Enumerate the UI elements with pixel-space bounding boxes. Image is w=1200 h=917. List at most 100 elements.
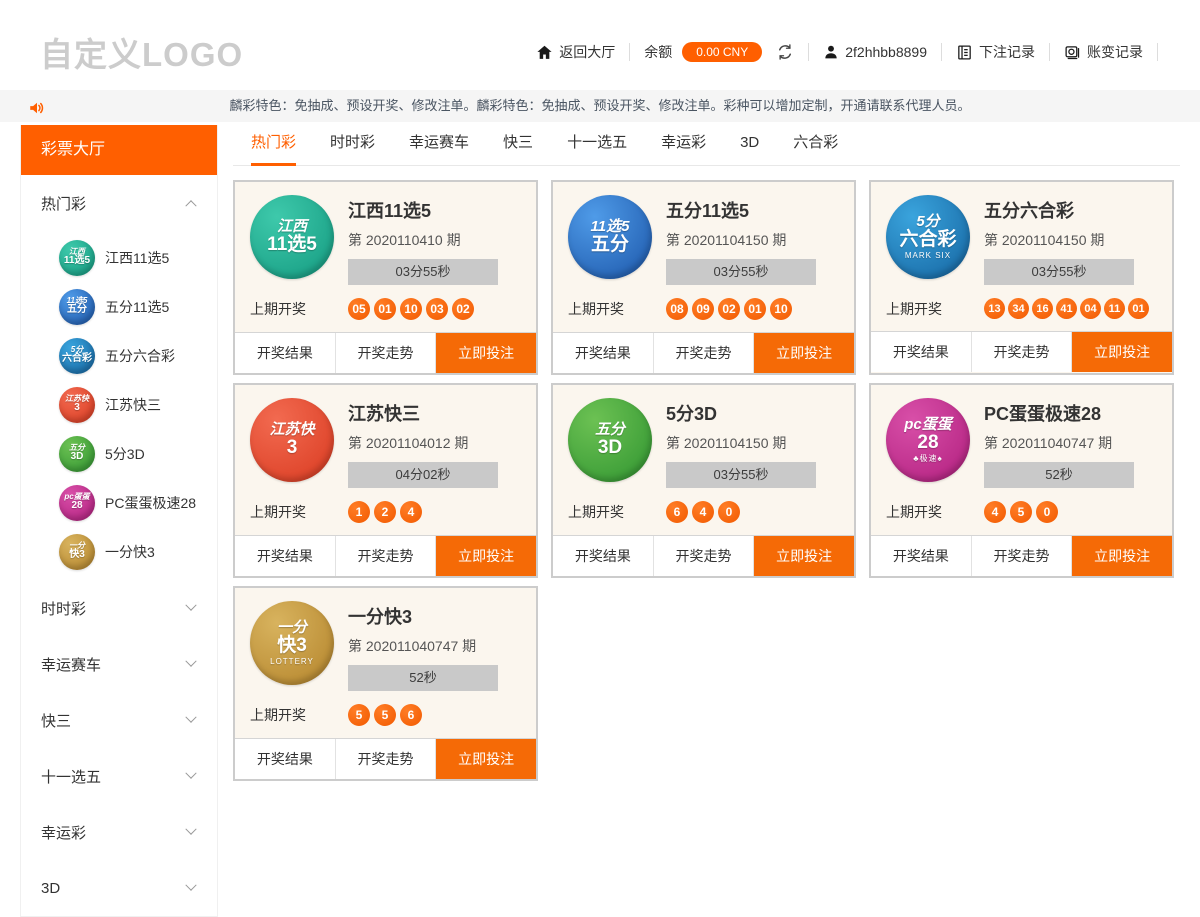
user-account[interactable]: 2f2hhbb8899 [823, 44, 927, 60]
divider [1049, 43, 1050, 61]
top-nav: 返回大厅 余额 0.00 CNY 2f2hhbb8899 [536, 42, 1172, 62]
category-tab[interactable]: 十一选五 [567, 122, 627, 166]
category-tab[interactable]: 时时彩 [330, 122, 375, 166]
back-to-hall-link[interactable]: 返回大厅 [536, 42, 615, 62]
draw-result-button[interactable]: 开奖结果 [235, 739, 335, 779]
sidebar-game-item[interactable]: 一分快3LOTTERY 一分快3 [21, 527, 217, 576]
game-card: 5分六合彩MARK SIX 五分六合彩 第 20201104150 期 03分5… [869, 180, 1174, 375]
category-tab[interactable]: 幸运彩 [661, 122, 706, 166]
account-records-link[interactable]: 账变记录 [1064, 42, 1143, 62]
sidebar-section[interactable]: 3D [21, 860, 217, 916]
username: 2f2hhbb8899 [845, 44, 927, 60]
sidebar: 彩票大厅 热门彩 江西11选5 江西11选5 11选5五分 五分11选5 5分六… [20, 125, 218, 917]
category-tab[interactable]: 六合彩 [793, 122, 838, 166]
draw-trend-button[interactable]: 开奖走势 [335, 739, 437, 779]
game-card-body: 11选5五分 五分11选5 第 20201104150 期 03分55秒 上期开… [553, 182, 854, 332]
divider [941, 43, 942, 61]
user-icon [823, 44, 839, 60]
sidebar-section[interactable]: 时时彩 [21, 580, 217, 636]
draw-trend-button[interactable]: 开奖走势 [335, 536, 437, 576]
draw-result-button[interactable]: 开奖结果 [871, 536, 971, 576]
category-tab[interactable]: 3D [740, 122, 759, 166]
game-icon-text: 快3 [69, 550, 85, 561]
result-balls: 13341641041101 [984, 298, 1149, 319]
result-balls: 0809020110 [666, 298, 792, 320]
bet-now-button[interactable]: 立即投注 [1072, 536, 1172, 576]
draw-result-button[interactable]: 开奖结果 [871, 332, 971, 372]
sidebar-game-item[interactable]: 江西11选5 江西11选5 [21, 233, 217, 282]
draw-result-button[interactable]: 开奖结果 [235, 333, 335, 373]
bet-now-button[interactable]: 立即投注 [436, 333, 536, 373]
sidebar-game-item[interactable]: 11选5五分 五分11选5 [21, 282, 217, 331]
sidebar-game-label: 江苏快三 [105, 395, 161, 415]
result-ball: 10 [770, 298, 792, 320]
draw-result-button[interactable]: 开奖结果 [553, 536, 653, 576]
game-title: 五分六合彩 [984, 197, 1157, 223]
result-ball: 11 [1104, 298, 1125, 319]
sidebar-section[interactable]: 幸运彩 [21, 804, 217, 860]
draw-trend-button[interactable]: 开奖走势 [653, 333, 755, 373]
countdown-timer: 03分55秒 [666, 462, 816, 488]
sidebar-section-label: 幸运赛车 [41, 654, 101, 675]
game-icon-text: 28 [917, 433, 938, 453]
notice-text: 麟彩特色：免抽成、预设开奖、修改注单。麟彩特色：免抽成、预设开奖、修改注单。彩种… [229, 98, 970, 113]
sidebar-game-label: 五分六合彩 [105, 346, 175, 366]
bet-now-button[interactable]: 立即投注 [1072, 332, 1172, 372]
game-icon: 五分3D [568, 398, 652, 482]
game-icon-text: 3 [74, 403, 80, 414]
bet-now-button[interactable]: 立即投注 [754, 536, 854, 576]
sidebar-section-label: 快三 [41, 710, 71, 731]
sidebar-section-hot[interactable]: 热门彩 [21, 175, 217, 231]
result-ball: 4 [400, 501, 422, 523]
draw-trend-button[interactable]: 开奖走势 [971, 332, 1073, 372]
result-ball: 4 [984, 501, 1006, 523]
game-card-body: 一分快3LOTTERY 一分快3 第 202011040747 期 52秒 上期… [235, 588, 536, 738]
site-logo: 自定义LOGO [40, 28, 243, 76]
category-tab[interactable]: 快三 [503, 122, 533, 166]
game-icon-text: 5分 [916, 214, 939, 230]
result-ball: 05 [348, 298, 370, 320]
category-tabs: 热门彩时时彩幸运赛车快三十一选五幸运彩 3D 六合彩 [233, 122, 1180, 166]
refresh-balance-icon[interactable] [776, 43, 794, 61]
bet-records-icon [956, 44, 973, 61]
sidebar-game-item[interactable]: 五分3D 5分3D [21, 429, 217, 478]
draw-trend-button[interactable]: 开奖走势 [971, 536, 1073, 576]
chevron-down-icon [185, 712, 196, 723]
notice-bar: 麟彩特色：免抽成、预设开奖、修改注单。麟彩特色：免抽成、预设开奖、修改注单。彩种… [0, 90, 1200, 122]
countdown-timer: 52秒 [348, 665, 498, 691]
chevron-down-icon [185, 656, 196, 667]
sidebar-game-item[interactable]: 江苏快3 江苏快三 [21, 380, 217, 429]
game-icon-text: 五分 [67, 305, 87, 316]
sidebar-section[interactable]: 十一选五 [21, 748, 217, 804]
draw-trend-button[interactable]: 开奖走势 [653, 536, 755, 576]
game-card-footer: 开奖结果 开奖走势 立即投注 [235, 332, 536, 373]
result-ball: 02 [452, 298, 474, 320]
game-title: 五分11选5 [666, 197, 839, 223]
prev-draw-label: 上期开奖 [886, 502, 984, 522]
game-icon: 一分快3LOTTERY [59, 534, 95, 570]
balance-value-badge: 0.00 CNY [682, 42, 762, 62]
bet-now-button[interactable]: 立即投注 [754, 333, 854, 373]
bet-now-button[interactable]: 立即投注 [436, 536, 536, 576]
sidebar-game-label: 一分快3 [105, 542, 155, 562]
result-ball: 01 [744, 298, 766, 320]
main-content: 热门彩时时彩幸运赛车快三十一选五幸运彩3D六合彩 江西11选5 江西11选5 第… [233, 122, 1180, 781]
category-tab[interactable]: 热门彩 [251, 122, 296, 166]
sidebar-section[interactable]: 幸运赛车 [21, 636, 217, 692]
sidebar-game-item[interactable]: pc蛋蛋28♣极速♠ PC蛋蛋极速28 [21, 478, 217, 527]
game-icon: pc蛋蛋28♣极速♠ [886, 398, 970, 482]
draw-trend-button[interactable]: 开奖走势 [335, 333, 437, 373]
game-card: pc蛋蛋28♣极速♠ PC蛋蛋极速28 第 202011040747 期 52秒… [869, 383, 1174, 578]
game-card-body: 江西11选5 江西11选5 第 2020110410 期 03分55秒 上期开奖… [235, 182, 536, 332]
bet-records-label: 下注记录 [979, 42, 1035, 62]
sidebar-section[interactable]: 快三 [21, 692, 217, 748]
result-ball: 01 [374, 298, 396, 320]
result-ball: 09 [692, 298, 714, 320]
game-icon-text: 五分 [591, 235, 629, 255]
bet-records-link[interactable]: 下注记录 [956, 42, 1035, 62]
sidebar-game-item[interactable]: 5分六合彩MARK SIX 五分六合彩 [21, 331, 217, 380]
category-tab[interactable]: 幸运赛车 [409, 122, 469, 166]
bet-now-button[interactable]: 立即投注 [436, 739, 536, 779]
draw-result-button[interactable]: 开奖结果 [553, 333, 653, 373]
draw-result-button[interactable]: 开奖结果 [235, 536, 335, 576]
